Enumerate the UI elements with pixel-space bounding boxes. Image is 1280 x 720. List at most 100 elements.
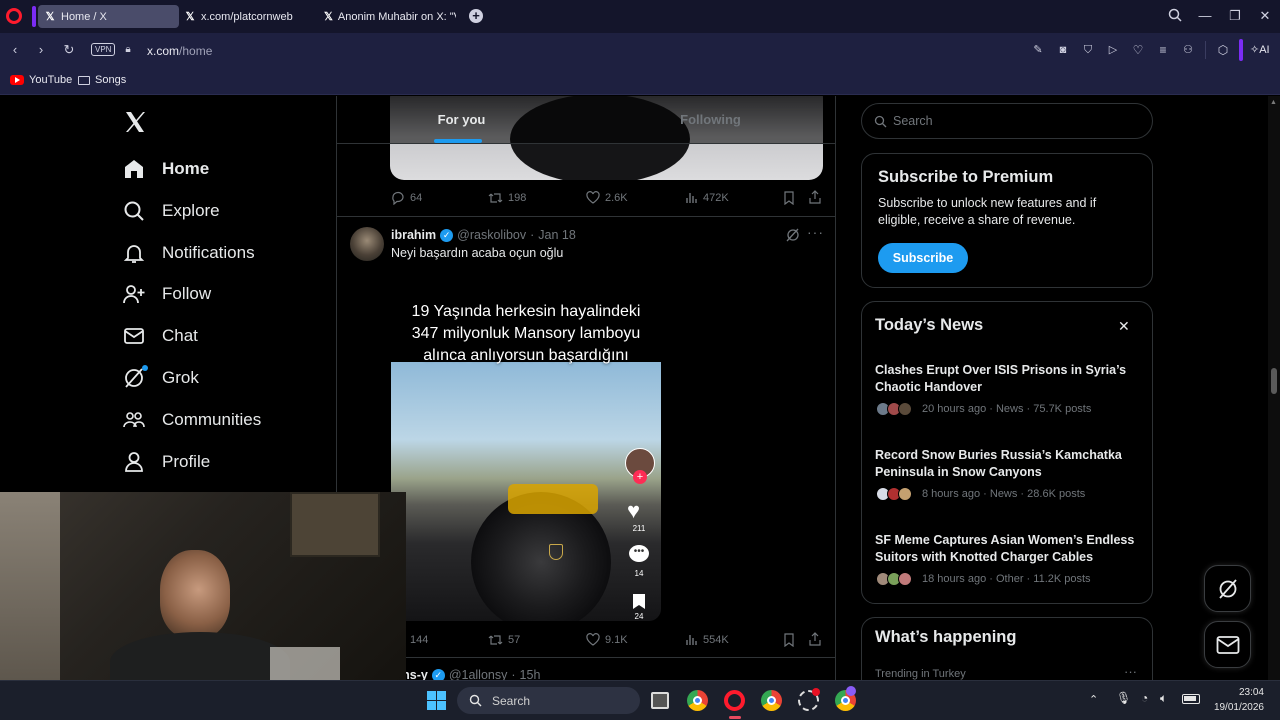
- chrome-icon[interactable]: [687, 690, 708, 711]
- avatar[interactable]: [350, 227, 384, 261]
- battery-icon[interactable]: [1182, 694, 1200, 704]
- minimize-icon[interactable]: —: [1196, 8, 1214, 24]
- tray-chevron-icon[interactable]: ⌃: [1089, 693, 1098, 706]
- bookmark-icon[interactable]: [783, 633, 795, 652]
- task-view-icon[interactable]: [651, 692, 669, 709]
- reload-icon[interactable]: ↻: [60, 42, 78, 58]
- tab-following[interactable]: Following: [586, 96, 835, 144]
- tab-home-x[interactable]: 𝕏 Home / X: [38, 5, 179, 28]
- chrome-profile-icon[interactable]: [761, 690, 782, 711]
- grok-icon[interactable]: [786, 228, 800, 247]
- search-icon: [874, 115, 887, 127]
- bookmark-label: Songs: [95, 74, 127, 86]
- nav-explore[interactable]: Explore: [123, 194, 220, 228]
- nav-profile[interactable]: Profile: [123, 445, 210, 479]
- bookmark-icon[interactable]: [783, 191, 795, 210]
- share-icon[interactable]: [808, 190, 822, 209]
- url-field[interactable]: x.com/home: [147, 43, 212, 59]
- shield-icon[interactable]: ⛉: [1079, 42, 1097, 58]
- x-logo-icon[interactable]: [123, 110, 147, 134]
- nav-communities[interactable]: Communities: [123, 403, 261, 437]
- forward-icon[interactable]: ›: [32, 42, 50, 58]
- play-icon[interactable]: ▷: [1104, 42, 1122, 58]
- opera-taskbar-icon[interactable]: [724, 690, 745, 711]
- grok-floating-button[interactable]: [1204, 565, 1251, 612]
- address-bar-row: ‹ › ↻ VPN 🔒︎ x.com/home ✎ ◙ ⛉ ▷ ♡ ≡ ⚇ ⬡ …: [0, 33, 1280, 67]
- search-input[interactable]: Search: [861, 103, 1153, 139]
- subscribe-button[interactable]: Subscribe: [878, 243, 968, 273]
- search-tabs-icon[interactable]: [1166, 8, 1184, 26]
- repost-button[interactable]: 57: [488, 633, 520, 647]
- post-media-video[interactable]: 19 Yaşında herkesin hayalindeki 347 mily…: [391, 272, 661, 621]
- post[interactable]: ibrahim ✓ @raskolibov · Jan 18 ··· Neyi …: [337, 217, 835, 657]
- close-icon[interactable]: ✕: [1118, 318, 1130, 335]
- dashboard-display: [508, 484, 598, 514]
- restore-icon[interactable]: ❐: [1226, 8, 1244, 24]
- views-button[interactable]: 554K: [685, 633, 729, 646]
- scroll-up-arrow[interactable]: ▲: [1270, 99, 1277, 106]
- camera-icon[interactable]: ◙: [1054, 42, 1072, 58]
- post-date[interactable]: Jan 18: [538, 228, 576, 242]
- url-path: /home: [179, 44, 213, 58]
- feed-tabs: For you Following: [337, 96, 835, 144]
- nav-chat[interactable]: Chat: [123, 319, 198, 353]
- nav-follow[interactable]: Follow: [123, 277, 211, 311]
- reply-button[interactable]: 64: [391, 191, 422, 205]
- windows-start-icon[interactable]: [427, 691, 446, 710]
- tab-active-indicator: [434, 139, 482, 143]
- nav-label: Profile: [162, 452, 211, 471]
- lock-icon[interactable]: 🔒︎: [119, 42, 137, 58]
- nav-notifications[interactable]: Notifications: [123, 236, 255, 270]
- author-handle[interactable]: @raskolibov: [457, 228, 526, 242]
- vpn-badge[interactable]: VPN: [91, 43, 116, 56]
- ai-button[interactable]: ✧AI: [1250, 43, 1270, 56]
- author-name[interactable]: ibrahim: [391, 228, 436, 242]
- bookmark-songs[interactable]: Songs: [78, 74, 126, 86]
- news-title: Today’s News: [875, 316, 984, 334]
- page-scrollbar[interactable]: ▲: [1268, 96, 1280, 680]
- tiktok-like-icon: ♥: [627, 498, 641, 523]
- reply-icon: [392, 191, 404, 205]
- video-caption-line: alınca anlıyorsun başardığını: [423, 347, 629, 364]
- clock-date[interactable]: 19/01/2026: [1204, 702, 1264, 713]
- wifi-icon[interactable]: ◔: [1141, 691, 1148, 705]
- volume-icon[interactable]: 🔈︎: [1160, 691, 1167, 706]
- share-icon[interactable]: [808, 632, 822, 651]
- clock-time[interactable]: 23:04: [1224, 687, 1264, 698]
- taskbar-search-input[interactable]: Search: [457, 687, 640, 714]
- cube-icon[interactable]: ⬡: [1214, 42, 1232, 58]
- views-button[interactable]: 472K: [685, 191, 729, 204]
- like-button[interactable]: 9.1K: [586, 633, 628, 647]
- microphone-icon[interactable]: 🎙︎: [1116, 691, 1131, 705]
- menu-icon[interactable]: ≡: [1154, 42, 1172, 58]
- more-options-icon[interactable]: ···: [807, 224, 824, 240]
- nav-home[interactable]: Home: [123, 152, 209, 186]
- bookmark-label: YouTube: [29, 74, 73, 86]
- avatar: [898, 572, 912, 586]
- nav-grok[interactable]: Grok: [123, 361, 199, 395]
- messages-floating-button[interactable]: [1204, 621, 1251, 668]
- nav-label: Explore: [162, 201, 220, 220]
- url-host: x.com: [147, 44, 180, 58]
- reply-count: 144: [410, 634, 429, 646]
- tab-for-you[interactable]: For you: [337, 96, 586, 144]
- close-window-icon[interactable]: ✕: [1256, 8, 1274, 24]
- scrollbar-thumb[interactable]: [1271, 368, 1277, 394]
- edit-icon[interactable]: ✎: [1029, 42, 1047, 58]
- opera-logo-icon[interactable]: [6, 8, 22, 24]
- bookmark-youtube[interactable]: YouTube: [10, 74, 72, 86]
- repost-count: 198: [508, 192, 527, 204]
- account-icon[interactable]: ⚇: [1179, 42, 1197, 58]
- webcam-picture-frame: [290, 492, 380, 557]
- heart-icon[interactable]: ♡: [1129, 42, 1147, 58]
- webcam-person-head: [160, 550, 230, 638]
- tab-anonim-muhabir[interactable]: 𝕏 Anonim Muhabir on X: "V: [318, 5, 456, 28]
- like-button[interactable]: 2.6K: [586, 191, 628, 205]
- more-options-icon[interactable]: ···: [1124, 664, 1137, 679]
- next-post-header[interactable]: lons-y ✓ @1allonsy · 15h: [391, 668, 540, 680]
- tab-platcornweb[interactable]: 𝕏 x.com/platcornweb: [178, 5, 316, 28]
- back-icon[interactable]: ‹: [6, 42, 24, 58]
- repost-button[interactable]: 198: [488, 191, 526, 205]
- new-tab-button[interactable]: +: [469, 9, 483, 23]
- news-headline: Clashes Erupt Over ISIS Prisons in Syria…: [875, 363, 1127, 394]
